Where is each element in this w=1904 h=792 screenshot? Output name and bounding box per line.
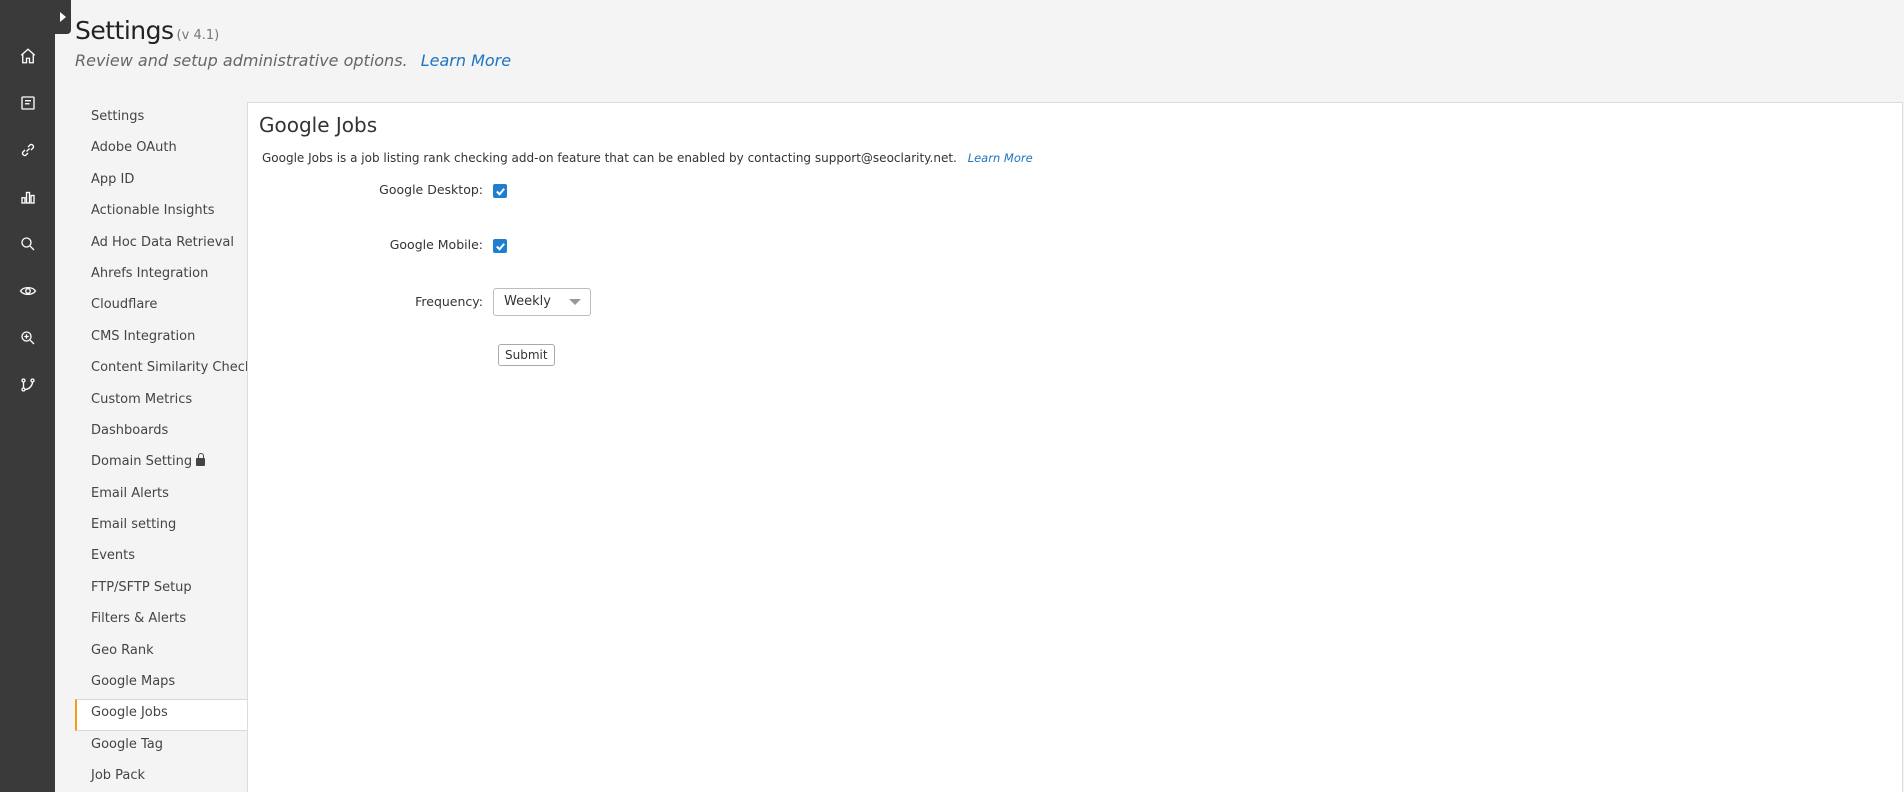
description-text: Google Jobs is a job listing rank checki… <box>262 151 957 165</box>
sidebar-item-filters-alerts[interactable]: Filters & Alerts <box>75 605 247 636</box>
page-title: Settings (v 4.1) <box>75 16 219 45</box>
sidebar-item-google-maps[interactable]: Google Maps <box>75 668 247 699</box>
frequency-label: Frequency: <box>415 294 483 309</box>
nav-ai-search[interactable] <box>0 323 55 353</box>
left-icon-bar <box>0 0 71 792</box>
sidebar-item-label: Domain Setting <box>91 454 193 470</box>
frequency-value: Weekly <box>504 294 551 309</box>
submit-button[interactable]: Submit <box>498 344 555 366</box>
search-icon <box>20 237 34 251</box>
lock-icon <box>196 453 206 467</box>
nav-links[interactable] <box>0 135 55 165</box>
google-jobs-panel: Google Jobs Google Jobs is a job listing… <box>247 102 1903 792</box>
subtitle-text: Review and setup administrative options. <box>75 51 408 70</box>
home-icon <box>20 48 35 64</box>
link-icon <box>21 143 34 157</box>
settings-sidebar: Settings Adobe OAuth App ID Actionable I… <box>75 103 248 792</box>
ai-search-icon <box>20 331 34 345</box>
sidebar-item-cloudflare[interactable]: Cloudflare <box>75 291 247 322</box>
page-title-text: Settings <box>75 16 174 45</box>
page-subtitle: Review and setup administrative options.… <box>75 51 511 70</box>
sidebar-item-custom-metrics[interactable]: Custom Metrics <box>75 386 247 417</box>
sidebar-item-ftp-sftp-setup[interactable]: FTP/SFTP Setup <box>75 574 247 605</box>
sidebar-item-cms-integration[interactable]: CMS Integration <box>75 323 247 354</box>
sidebar-item-dashboards[interactable]: Dashboards <box>75 417 247 448</box>
sidebar-item-app-id[interactable]: App ID <box>75 166 247 197</box>
panel-title: Google Jobs <box>259 113 378 137</box>
sidebar-item-actionable-insights[interactable]: Actionable Insights <box>75 197 247 228</box>
caret-down-icon <box>569 299 581 305</box>
report-icon <box>20 96 35 110</box>
header-learn-more-link[interactable]: Learn More <box>421 51 511 70</box>
nav-charts[interactable] <box>0 182 55 212</box>
sidebar-item-ad-hoc-data-retrieval[interactable]: Ad Hoc Data Retrieval <box>75 229 247 260</box>
sidebar-item-domain-setting[interactable]: Domain Setting <box>75 448 247 479</box>
nav-reports[interactable] <box>0 88 55 118</box>
google-mobile-checkbox[interactable] <box>493 239 507 253</box>
google-mobile-label: Google Mobile: <box>389 237 483 252</box>
sidebar-item-email-alerts[interactable]: Email Alerts <box>75 480 247 511</box>
checkmark-icon <box>495 242 505 251</box>
sidebar-item-ahrefs-integration[interactable]: Ahrefs Integration <box>75 260 247 291</box>
nav-network[interactable] <box>0 370 55 400</box>
sidebar-item-job-pack[interactable]: Job Pack <box>75 762 247 792</box>
expand-sidebar-toggle[interactable] <box>55 0 71 34</box>
panel-learn-more-link[interactable]: Learn More <box>968 151 1033 165</box>
google-desktop-checkbox[interactable] <box>493 184 507 198</box>
chevron-right-icon <box>60 12 66 22</box>
nav-home[interactable] <box>0 41 55 71</box>
sidebar-item-geo-rank[interactable]: Geo Rank <box>75 637 247 668</box>
version-label: (v 4.1) <box>176 28 220 43</box>
sidebar-item-settings[interactable]: Settings <box>75 103 247 134</box>
sidebar-item-events[interactable]: Events <box>75 542 247 573</box>
network-icon <box>20 378 35 392</box>
checkmark-icon <box>495 187 505 196</box>
sidebar-item-email-setting[interactable]: Email setting <box>75 511 247 542</box>
chart-icon <box>20 191 35 204</box>
sidebar-item-adobe-oauth[interactable]: Adobe OAuth <box>75 134 247 165</box>
nav-search[interactable] <box>0 229 55 259</box>
sidebar-item-google-tag[interactable]: Google Tag <box>75 731 247 762</box>
frequency-select[interactable]: Weekly <box>493 288 591 316</box>
view-icon <box>19 286 36 296</box>
sidebar-item-google-jobs[interactable]: Google Jobs <box>75 699 247 731</box>
google-desktop-label: Google Desktop: <box>379 182 483 197</box>
nav-view[interactable] <box>0 276 55 306</box>
sidebar-item-content-similarity-check[interactable]: Content Similarity Check <box>75 354 247 385</box>
panel-description: Google Jobs is a job listing rank checki… <box>262 151 1033 165</box>
